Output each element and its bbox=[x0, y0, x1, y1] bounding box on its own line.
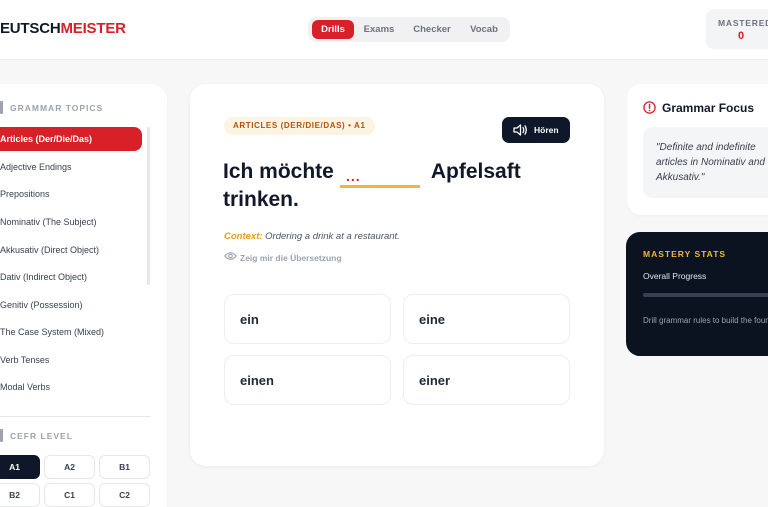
mastered-value: 0 bbox=[738, 30, 745, 42]
context-text: Ordering a drink at a restaurant. bbox=[265, 231, 400, 242]
option-label: einer bbox=[419, 373, 451, 388]
mode-switcher: Drills Exams Checker Vocab bbox=[308, 17, 510, 42]
sentence-end: trinken. bbox=[223, 188, 299, 211]
context-line: Context: Ordering a drink at a restauran… bbox=[224, 231, 400, 242]
sidebar-item-verb-tenses[interactable]: Verb Tenses bbox=[0, 348, 142, 372]
info-icon bbox=[643, 101, 656, 119]
answer-option-einer[interactable]: einer bbox=[403, 355, 570, 405]
answer-blank[interactable]: ... bbox=[340, 164, 420, 188]
sidebar-divider bbox=[0, 416, 151, 417]
sentence-start: Ich möchte bbox=[223, 160, 334, 183]
mastered-counter: MASTERED 0 bbox=[706, 9, 768, 49]
answer-option-eine[interactable]: eine bbox=[403, 294, 570, 344]
grammar-topics-title: GRAMMAR TOPICS bbox=[10, 103, 104, 113]
logo-part-2: MEISTER bbox=[60, 20, 126, 37]
topics-scrollbar[interactable] bbox=[147, 127, 150, 285]
tab-exams[interactable]: Exams bbox=[358, 20, 400, 39]
option-label: eine bbox=[419, 312, 446, 327]
answer-option-ein[interactable]: ein bbox=[224, 294, 391, 344]
topic-level-badge: ARTICLES (DER/DIE/DAS) • A1 bbox=[224, 117, 375, 135]
sidebar-item-modal-verbs[interactable]: Modal Verbs bbox=[0, 375, 142, 399]
answer-option-einen[interactable]: einen bbox=[224, 355, 391, 405]
option-label: ein bbox=[240, 312, 259, 327]
cefr-c1-button[interactable]: C1 bbox=[44, 483, 95, 507]
blank-placeholder: ... bbox=[346, 168, 361, 184]
exercise-card: ARTICLES (DER/DIE/DAS) • A1 Hören Ich mö… bbox=[190, 84, 604, 466]
logo-part-1: EUTSCH bbox=[0, 20, 61, 37]
grammar-focus-card: Grammar Focus "Definite and indefinite a… bbox=[627, 84, 768, 215]
show-translation-label: Zeig mir die Übersetzung bbox=[240, 253, 342, 263]
sidebar-item-adjective-endings[interactable]: Adjective Endings bbox=[0, 155, 142, 179]
app-header: EUTSCHMEISTER Drills Exams Checker Vocab… bbox=[0, 0, 768, 60]
cefr-b2-button[interactable]: B2 bbox=[0, 483, 40, 507]
sidebar-item-prepositions[interactable]: Prepositions bbox=[0, 182, 142, 206]
sidebar-item-articles[interactable]: Articles (Der/Die/Das) bbox=[0, 127, 142, 151]
tab-checker[interactable]: Checker bbox=[408, 20, 456, 39]
sidebar-item-nominativ[interactable]: Nominativ (The Subject) bbox=[0, 210, 142, 234]
sentence-mid: Apfelsaft bbox=[430, 160, 521, 183]
cefr-c2-button[interactable]: C2 bbox=[99, 483, 150, 507]
grammar-focus-quote: "Definite and indefinite articles in Nom… bbox=[656, 142, 765, 183]
cefr-b1-button[interactable]: B1 bbox=[99, 455, 150, 479]
mastery-description: Drill grammar rules to build the foundat… bbox=[643, 316, 768, 325]
mastered-label: MASTERED bbox=[718, 18, 768, 28]
section-marker bbox=[0, 101, 3, 114]
listen-button[interactable]: Hören bbox=[502, 117, 570, 143]
sidebar-item-genitiv[interactable]: Genitiv (Possession) bbox=[0, 293, 142, 317]
cefr-a1-button[interactable]: A1 bbox=[0, 455, 40, 479]
app-logo[interactable]: EUTSCHMEISTER bbox=[0, 20, 126, 37]
tab-vocab[interactable]: Vocab bbox=[462, 20, 506, 39]
grammar-focus-title: Grammar Focus bbox=[662, 101, 755, 115]
mastery-stats-title: MASTERY STATS bbox=[643, 249, 727, 259]
context-label: Context: bbox=[224, 231, 263, 242]
listen-label: Hören bbox=[534, 125, 559, 135]
overall-progress-label: Overall Progress bbox=[643, 271, 707, 281]
cefr-level-title: CEFR LEVEL bbox=[10, 431, 73, 441]
mastery-stats-card: MASTERY STATS Overall Progress Drill gra… bbox=[626, 232, 768, 356]
sidebar-item-case-system[interactable]: The Case System (Mixed) bbox=[0, 320, 142, 344]
progress-track bbox=[643, 293, 768, 297]
eye-icon bbox=[224, 251, 237, 263]
tab-drills[interactable]: Drills bbox=[312, 20, 354, 39]
speaker-icon bbox=[513, 124, 528, 138]
section-marker bbox=[0, 429, 3, 442]
cefr-a2-button[interactable]: A2 bbox=[44, 455, 95, 479]
grammar-focus-quote-box: "Definite and indefinite articles in Nom… bbox=[643, 127, 768, 198]
option-label: einen bbox=[240, 373, 274, 388]
sidebar-item-dativ[interactable]: Dativ (Indirect Object) bbox=[0, 265, 142, 289]
sidebar-item-akkusativ[interactable]: Akkusativ (Direct Object) bbox=[0, 238, 142, 262]
